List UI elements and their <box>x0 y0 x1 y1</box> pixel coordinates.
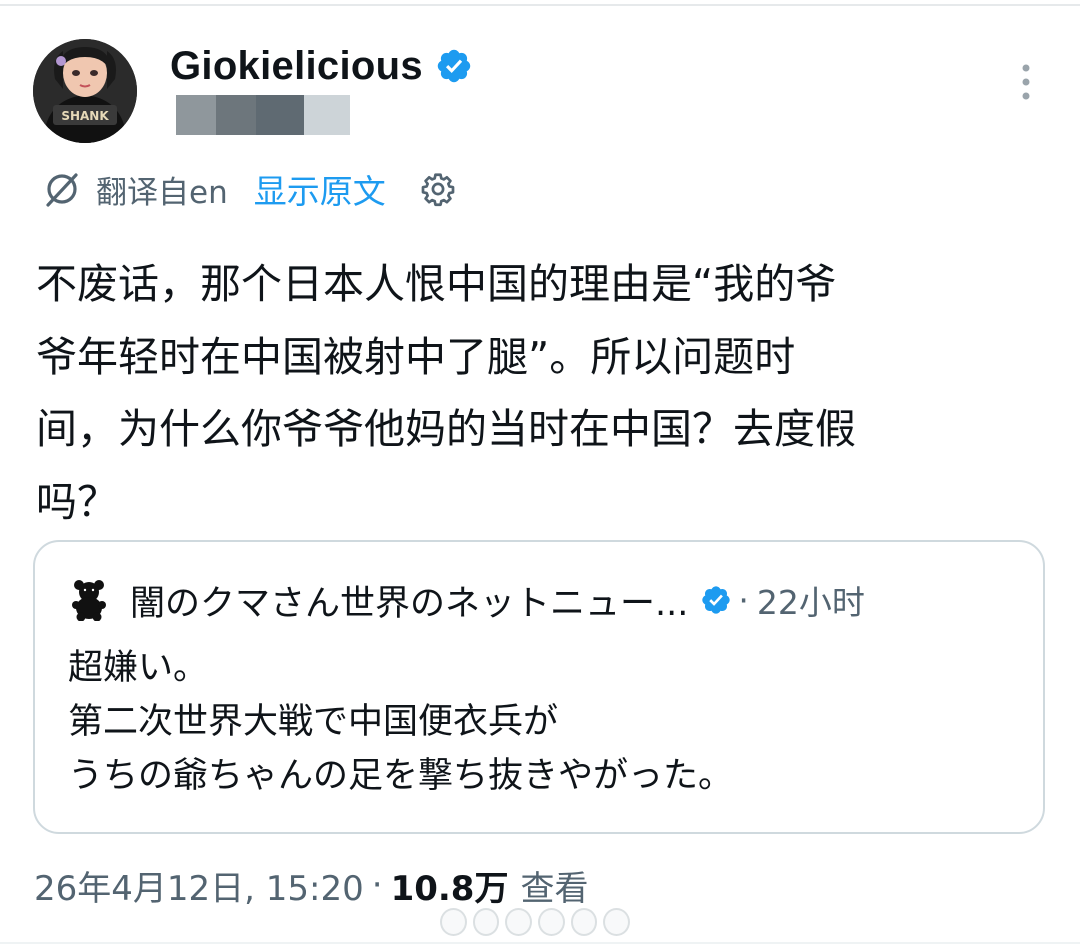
bottom-divider <box>0 942 1080 944</box>
views-count: 10.8万 <box>390 868 509 909</box>
show-original-link[interactable]: 显示原文 <box>254 165 386 213</box>
author-handle-censored <box>176 95 350 135</box>
quoted-tweet-header: 闇のクマさん世界のネットニュー... · 22小时 <box>71 574 865 626</box>
translated-from-label: 翻译自en <box>96 174 228 211</box>
author-name-row[interactable]: Giokielicious <box>170 40 473 92</box>
verified-badge-icon <box>702 586 731 614</box>
author-display-name[interactable]: Giokielicious <box>170 44 423 89</box>
views-label: 查看 <box>520 868 589 909</box>
more-vertical-icon[interactable] <box>1006 60 1046 108</box>
quoted-tweet-card[interactable]: 闇のクマさん世界のネットニュー... · 22小时 超嫌い。 第二次世界大戦で中… <box>33 540 1045 834</box>
bear-icon <box>72 580 106 621</box>
quoted-tweet-text: 超嫌い。 第二次世界大戦で中国便衣兵が うちの爺ちゃんの足を撃ち抜きやがった。 <box>68 648 734 796</box>
quoted-timestamp[interactable]: 22小时 <box>757 576 865 624</box>
translate-icon <box>46 173 78 207</box>
verified-badge-icon <box>437 49 471 83</box>
meta-separator: · <box>371 865 383 905</box>
gear-icon[interactable] <box>420 171 456 207</box>
tweet-text: 不废话，那个日本人恨中国的理由是“我的爷 爷年轻时在中国被射中了腿”。所以问题时… <box>36 260 856 526</box>
top-divider <box>0 4 1080 6</box>
translation-row: 翻译自en 显示原文 <box>42 163 456 215</box>
avatar-image: SHANK <box>33 39 137 143</box>
quoted-author-name[interactable]: 闇のクマさん世界のネットニュー... <box>130 575 688 626</box>
watermark <box>440 908 631 936</box>
author-avatar[interactable]: SHANK <box>33 39 137 143</box>
tweet-date[interactable]: 26年4月12日, 15:20 <box>34 861 364 910</box>
quoted-separator: · <box>738 580 749 620</box>
tweet-meta-row: 26年4月12日, 15:20 · 10.8万 查看 <box>34 860 588 910</box>
avatar-shirt-text: SHANK <box>61 109 109 123</box>
